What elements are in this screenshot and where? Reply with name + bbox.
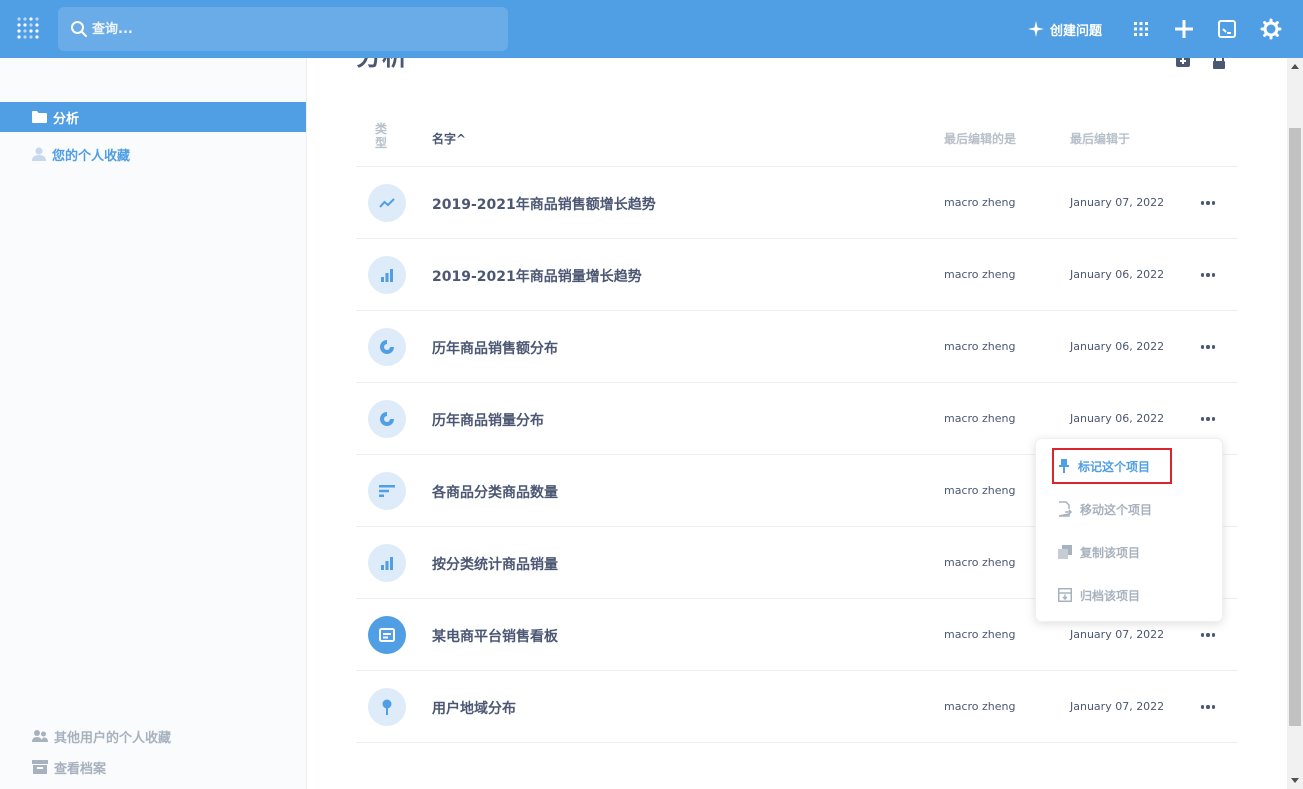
item-date: January 06, 2022 [1070, 340, 1165, 353]
sidebar-item-label: 分析 [53, 111, 80, 127]
sidebar-item-label: 其他用户的个人收藏 [54, 730, 172, 746]
item-date: January 06, 2022 [1070, 268, 1165, 281]
item-editor: macro zheng [944, 556, 1016, 569]
page-title: 分析 [356, 58, 408, 73]
duplicate-item-option[interactable]: 复制该项目 [1052, 538, 1212, 566]
column-header-type: 类型 [374, 122, 387, 150]
menu-item-label: 复制该项目 [1080, 545, 1141, 560]
sparkle-icon [1028, 21, 1044, 37]
collection-main: 分析 类型 名字^ 最后编辑的是 最后编辑于 2019-2021年商品销售额增长… [307, 58, 1287, 789]
menu-item-label: 归档该项目 [1080, 588, 1141, 603]
terminal-icon[interactable] [1216, 18, 1238, 40]
menu-item-label: 标记这个项目 [1078, 459, 1151, 474]
item-date: January 07, 2022 [1070, 628, 1165, 641]
scroll-up-icon[interactable] [1291, 64, 1299, 69]
item-editor: macro zheng [944, 700, 1016, 713]
search-input[interactable] [92, 7, 492, 51]
grid-icon[interactable] [1130, 18, 1152, 40]
map-pin-icon [368, 688, 406, 726]
sidebar-item-personal-collection[interactable]: 您的个人收藏 [0, 139, 306, 169]
sort-arrow-icon: ^ [456, 132, 467, 146]
metabase-logo-icon[interactable] [16, 15, 42, 43]
pin-item-option[interactable]: 标记这个项目 [1052, 448, 1172, 484]
item-date: January 07, 2022 [1070, 700, 1165, 713]
line-chart-icon [368, 184, 406, 222]
archive-icon [1058, 588, 1072, 602]
scroll-thumb[interactable] [1289, 128, 1301, 726]
dashboard-icon [368, 616, 406, 654]
item-name[interactable]: 各商品分类商品数量 [432, 482, 558, 502]
plus-icon[interactable] [1173, 18, 1195, 40]
new-question-label: 创建问题 [1050, 23, 1103, 39]
archive-icon [32, 760, 48, 774]
scroll-down-icon[interactable] [1291, 778, 1299, 783]
table-row[interactable]: 2019-2021年商品销售额增长趋势 macro zheng January … [356, 167, 1238, 239]
sidebar-item-analysis[interactable]: 分析 [0, 102, 306, 132]
duplicate-icon [1058, 545, 1072, 559]
item-date: January 07, 2022 [1070, 196, 1165, 209]
lock-icon[interactable] [1211, 58, 1227, 70]
item-name[interactable]: 2019-2021年商品销量增长趋势 [432, 266, 642, 286]
table-row[interactable]: 2019-2021年商品销量增长趋势 macro zheng January 0… [356, 239, 1238, 311]
move-item-option[interactable]: 移动这个项目 [1052, 495, 1212, 523]
item-name[interactable]: 用户地域分布 [432, 698, 516, 718]
item-name[interactable]: 2019-2021年商品销售额增长趋势 [432, 194, 656, 214]
column-header-last-edited: 最后编辑于 [1070, 132, 1131, 146]
more-options-icon[interactable] [1198, 193, 1218, 213]
item-editor: macro zheng [944, 484, 1016, 497]
item-name[interactable]: 历年商品销量分布 [432, 410, 544, 430]
sidebar-item-label: 查看档案 [54, 761, 107, 777]
item-name[interactable]: 按分类统计商品销量 [432, 554, 558, 574]
pin-icon [1059, 459, 1069, 473]
search-icon [71, 21, 87, 37]
menu-item-label: 移动这个项目 [1080, 502, 1153, 517]
vertical-scrollbar[interactable] [1287, 58, 1303, 789]
archive-item-option[interactable]: 归档该项目 [1052, 581, 1212, 609]
sidebar-item-label: 您的个人收藏 [52, 148, 131, 164]
item-name[interactable]: 某电商平台销售看板 [432, 626, 558, 646]
item-name[interactable]: 历年商品销售额分布 [432, 338, 558, 358]
sidebar-item-view-archive[interactable]: 查看档案 [0, 752, 306, 782]
table-row[interactable]: 历年商品销售额分布 macro zheng January 06, 2022 [356, 311, 1238, 383]
item-editor: macro zheng [944, 196, 1016, 209]
column-header-last-editor: 最后编辑的是 [944, 132, 1017, 146]
bar-chart-icon [368, 256, 406, 294]
item-editor: macro zheng [944, 628, 1016, 641]
people-icon [32, 730, 48, 742]
new-question-button[interactable]: 创建问题 [1028, 18, 1102, 40]
item-context-menu: 标记这个项目 移动这个项目 复制该项目 归档该项目 [1035, 438, 1223, 622]
more-options-icon[interactable] [1198, 337, 1218, 357]
gear-icon[interactable] [1260, 18, 1282, 40]
bar-chart-icon [368, 544, 406, 582]
search-box[interactable] [58, 7, 508, 51]
pie-chart-icon [368, 328, 406, 366]
row-chart-icon [368, 472, 406, 510]
new-collection-icon[interactable] [1175, 58, 1191, 70]
sidebar-item-other-users-collections[interactable]: 其他用户的个人收藏 [0, 721, 306, 751]
column-header-name-label: 名字 [432, 132, 457, 146]
column-header-name[interactable]: 名字^ [432, 130, 466, 147]
item-editor: macro zheng [944, 340, 1016, 353]
person-icon [32, 147, 46, 161]
more-options-icon[interactable] [1198, 409, 1218, 429]
sidebar: 分析 您的个人收藏 其他用户的个人收藏 查看档案 [0, 58, 307, 789]
item-editor: macro zheng [944, 268, 1016, 281]
folder-icon [32, 111, 47, 123]
more-options-icon[interactable] [1198, 697, 1218, 717]
table-row[interactable]: 用户地域分布 macro zheng January 07, 2022 [356, 671, 1238, 743]
pie-chart-icon [368, 400, 406, 438]
item-editor: macro zheng [944, 412, 1016, 425]
item-date: January 06, 2022 [1070, 412, 1165, 425]
move-icon [1058, 501, 1072, 517]
more-options-icon[interactable] [1198, 625, 1218, 645]
more-options-icon[interactable] [1198, 265, 1218, 285]
top-nav-bar: 创建问题 [0, 0, 1303, 58]
